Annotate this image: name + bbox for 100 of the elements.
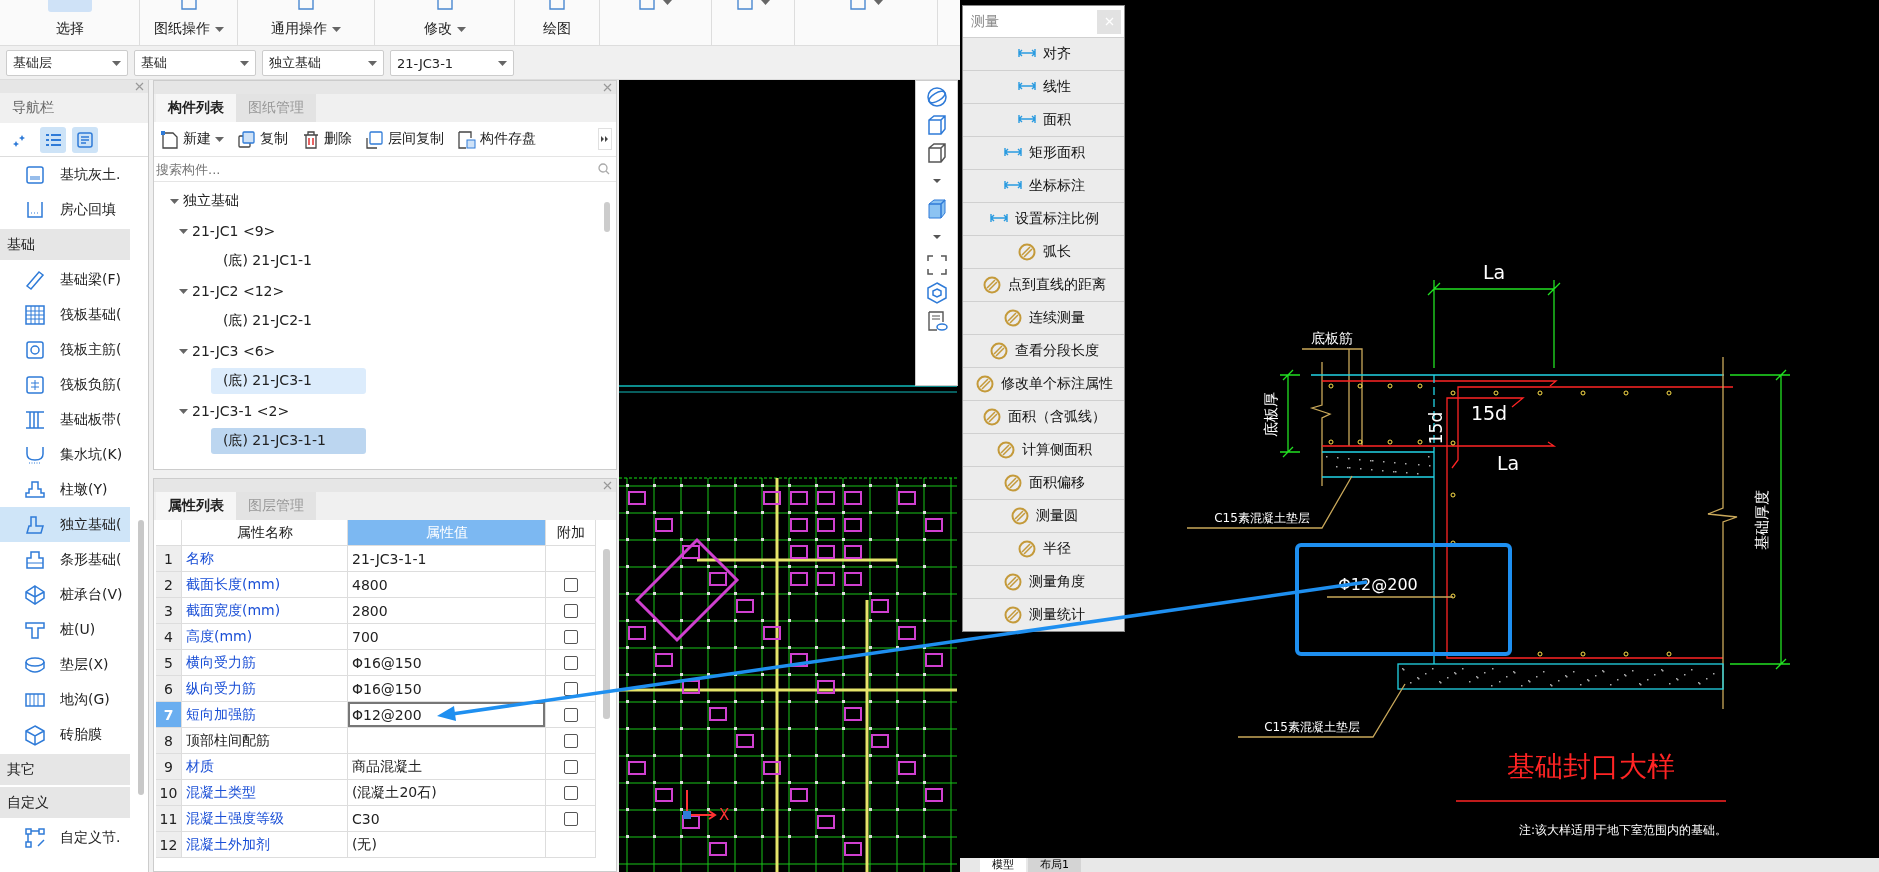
nav-item[interactable]: 独立基础( — [0, 507, 130, 542]
property-value[interactable]: (无) — [348, 832, 546, 858]
nav-item[interactable]: 房心回填 — [0, 192, 130, 227]
scrollbar[interactable] — [138, 520, 144, 795]
row-number: 3 — [156, 598, 182, 624]
search-field[interactable]: 搜索构件... — [156, 161, 456, 177]
toolbar-button[interactable]: 复制 — [237, 129, 288, 149]
checkbox[interactable] — [563, 681, 578, 696]
checkbox[interactable] — [563, 577, 578, 592]
property-value[interactable]: C30 — [348, 806, 546, 832]
hatched-circle-icon — [988, 341, 1009, 361]
nav-item[interactable]: 桩承台(V) — [0, 577, 130, 612]
checkbox[interactable] — [563, 629, 578, 644]
nav-item[interactable]: 地沟(G) — [0, 682, 130, 717]
nav-item[interactable]: 柱墩(Y) — [0, 472, 130, 507]
close-icon[interactable] — [603, 83, 612, 92]
cube-hexagon-icon[interactable] — [925, 282, 948, 304]
tab[interactable]: 构件列表 — [156, 94, 236, 122]
drawing-label: C15素混凝土垫层 — [1214, 511, 1310, 525]
toolbar-button[interactable]: 构件存盘 — [457, 129, 536, 149]
property-value[interactable]: Φ12@200 — [348, 702, 546, 728]
sphere-icon[interactable] — [925, 86, 948, 108]
nav-item[interactable]: 筏板主筋( — [0, 332, 130, 367]
nav-item[interactable]: 集水坑(K) — [0, 437, 130, 472]
tree-item[interactable]: (底) 21-JC3-1 — [211, 368, 366, 394]
toolbar-button[interactable]: 层间复制 — [365, 129, 444, 149]
property-value[interactable]: 2800 — [348, 598, 546, 624]
hatched-circle-icon — [981, 407, 1002, 427]
nav-item[interactable]: 自定义节. — [0, 820, 130, 855]
property-name: 横向受力筋 — [182, 650, 348, 676]
checkbox[interactable] — [563, 707, 578, 722]
fullscreen-icon[interactable] — [925, 254, 948, 276]
tool-icon[interactable] — [736, 0, 753, 11]
checkbox[interactable] — [563, 811, 578, 826]
nav-item[interactable]: 筏板负筋( — [0, 367, 130, 402]
document-eye-icon[interactable] — [925, 310, 948, 332]
nav-item[interactable]: 条形基础( — [0, 542, 130, 577]
search-icon[interactable] — [598, 163, 610, 175]
tree-item[interactable]: 21-JC1 <9> — [192, 223, 276, 239]
tree-item[interactable]: (底) 21-JC3-1-1 — [211, 428, 366, 454]
tree-item[interactable]: (底) 21-JC2-1 — [211, 308, 366, 334]
property-value[interactable]: 700 — [348, 624, 546, 650]
nav-item[interactable]: 基坑灰土. — [0, 157, 130, 192]
checkbox[interactable] — [563, 759, 578, 774]
nav-item[interactable]: 基础梁(F) — [0, 262, 130, 297]
dropdown[interactable]: 独立基础 — [262, 50, 384, 76]
tool-icon[interactable] — [436, 0, 453, 11]
tree-item[interactable]: 独立基础 — [183, 192, 239, 210]
nav-section-header[interactable]: 自定义 — [0, 787, 130, 818]
dropdown[interactable]: 21-JC3-1 — [390, 50, 514, 76]
tool-icon[interactable] — [180, 0, 197, 11]
nav-item[interactable]: 垫层(X) — [0, 647, 130, 682]
view-toggle-button[interactable] — [72, 126, 98, 153]
property-name: 顶部柱间配筋 — [182, 728, 348, 754]
tool-icon[interactable] — [849, 0, 866, 11]
cube-3d-icon[interactable] — [925, 114, 948, 136]
nav-section-header[interactable]: 基础 — [0, 229, 130, 260]
tab[interactable]: 布局1 — [1028, 858, 1081, 872]
checkbox[interactable] — [563, 655, 578, 670]
column-header[interactable]: 附加 — [546, 520, 596, 546]
nav-item[interactable]: 筏板基础( — [0, 297, 130, 332]
column-header[interactable]: 属性名称 — [182, 520, 348, 546]
more-button[interactable] — [598, 128, 612, 150]
ribbon-group-label: 图纸操作 — [153, 20, 210, 38]
scrollbar[interactable] — [603, 549, 610, 719]
nav-section-header[interactable]: 其它 — [0, 754, 130, 785]
dropdown[interactable]: 基础层 — [6, 50, 128, 76]
property-value[interactable]: 21-JC3-1-1 — [348, 546, 546, 572]
checkbox[interactable] — [563, 785, 578, 800]
tool-icon[interactable] — [298, 0, 314, 11]
dropdown[interactable]: 基础 — [134, 50, 256, 76]
tree-item[interactable]: 21-JC2 <12> — [192, 283, 285, 299]
property-value[interactable]: 商品混凝土 — [348, 754, 546, 780]
toolbar-button[interactable]: 新建 — [160, 129, 224, 149]
tab[interactable]: 属性列表 — [156, 492, 236, 520]
tree-item[interactable]: 21-JC3-1 <2> — [192, 403, 290, 419]
property-value[interactable]: 4800 — [348, 572, 546, 598]
property-name: 截面长度(mm) — [182, 572, 348, 598]
tree-item[interactable]: (底) 21-JC1-1 — [211, 248, 366, 274]
scrollbar[interactable] — [604, 202, 610, 232]
tool-icon[interactable] — [639, 0, 655, 11]
tab[interactable]: 模型 — [980, 858, 1026, 872]
view-toggle-button[interactable] — [40, 126, 66, 153]
footing-icon — [24, 513, 46, 536]
nav-item[interactable]: 桩(U) — [0, 612, 130, 647]
close-icon[interactable] — [603, 481, 612, 490]
checkbox[interactable] — [563, 733, 578, 748]
ribbon-group-label: 修改 — [423, 20, 452, 38]
tree-item[interactable]: 21-JC3 <6> — [192, 343, 276, 359]
property-value[interactable]: Φ16@150 — [348, 650, 546, 676]
tool-icon[interactable] — [549, 0, 565, 11]
property-value[interactable]: Φ16@150 — [348, 676, 546, 702]
checkbox[interactable] — [563, 603, 578, 618]
toolbar-button[interactable]: 删除 — [301, 129, 352, 149]
nav-item[interactable]: 基础板带( — [0, 402, 130, 437]
cube-icon[interactable] — [925, 198, 948, 220]
nav-item[interactable]: 砖胎膜 — [0, 717, 130, 752]
cube-icon[interactable] — [925, 142, 948, 164]
close-icon[interactable] — [135, 82, 144, 91]
property-value[interactable]: (混凝土20石) — [348, 780, 546, 806]
